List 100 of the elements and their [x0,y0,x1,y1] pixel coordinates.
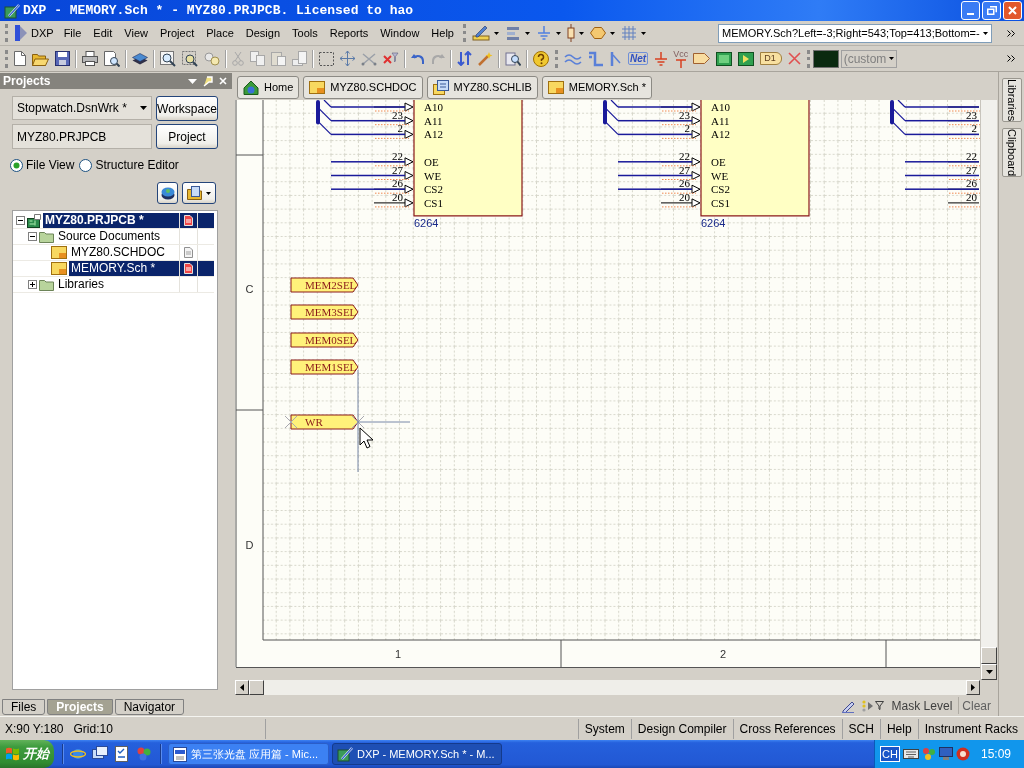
ground-icon [654,51,669,66]
status-panel-button[interactable]: Instrument Racks [917,718,1024,739]
horizontal-scrollbar[interactable] [235,680,980,695]
document-tab[interactable]: MYZ80.SCHLIB [426,76,538,99]
menu-item[interactable]: Window [374,23,426,43]
document-tab[interactable]: MEMORY.Sch * [541,76,652,99]
scroll-thumb[interactable] [249,680,264,695]
language-indicator[interactable]: CH [880,746,900,762]
pin-name: A11 [424,114,443,127]
cursor-position: X:90 Y:180 [5,720,64,738]
layers-icon [132,51,148,66]
status-panel-button[interactable]: System [577,718,631,739]
scroll-right-button[interactable] [966,680,980,695]
vertical-scrollbar[interactable] [980,100,997,680]
panel-tab[interactable]: Navigator [114,699,185,715]
ground-icon [536,25,552,41]
status-panel-button[interactable]: Help [879,718,918,739]
pin-number: 22 [679,149,690,162]
tree-item[interactable]: Source Documents [56,229,214,244]
start-button[interactable]: 开始 [0,740,54,768]
taskbar-button[interactable]: DXP - MEMORY.Sch * - M... [332,743,502,765]
tree-item[interactable]: MYZ80.PRJPCB * [43,213,214,228]
caret-icon [556,31,561,35]
folder-icon [39,230,54,243]
status-panel-button[interactable]: SCH [841,718,880,739]
restore-button[interactable] [982,1,1001,20]
menu-item[interactable]: Tools [286,23,324,43]
net-label-button[interactable]: Net [625,47,652,70]
components-button[interactable] [564,22,587,44]
taskbar-button[interactable]: 第三张光盘 应用篇 - Mic... [168,743,329,765]
net-port: MEM1SEL [290,359,359,375]
side-tab[interactable]: Libraries [1001,78,1022,123]
clear-button[interactable]: Clear [958,697,994,714]
folder-open-icon [32,51,49,66]
document-tab[interactable]: MYZ80.SCHDOC [303,76,423,99]
part-tag: D1 [760,52,782,65]
panel-tab[interactable]: Files [2,699,46,715]
workspace-combo[interactable]: Stopwatch.DsnWrk * [12,96,152,120]
scroll-thumb[interactable] [981,647,997,664]
side-tab[interactable]: Clipboard [1001,128,1022,178]
panel-menu-button[interactable] [188,78,197,84]
close-button[interactable] [1003,1,1022,20]
menu-item[interactable]: File [57,23,88,43]
status-panel-button[interactable]: Design Compiler [630,718,733,739]
schematic-file-icon [309,81,326,94]
monitor-icon [938,747,953,761]
tree-item[interactable]: MEMORY.Sch * [69,261,214,276]
zoom-page-icon [160,50,176,67]
menu-item[interactable]: Edit [87,23,119,43]
scroll-down-button[interactable] [981,664,997,680]
menu-item[interactable]: Project [154,23,201,43]
menu-item[interactable]: View [118,23,154,43]
app-logo-icon [15,25,27,41]
tree-item[interactable]: Libraries [56,277,214,292]
quick-launch-button[interactable] [114,746,130,762]
tree-item[interactable]: MYZ80.SCHDOC [69,245,214,260]
part-button[interactable]: D1 [757,47,785,70]
minimize-button[interactable] [961,1,980,20]
pin-number: 20 [392,190,403,203]
plus-box-icon[interactable] [28,280,37,289]
window-stack-icon [92,746,108,762]
minus-box-icon[interactable] [16,216,25,225]
address-field[interactable]: MEMORY.Sch?Left=-3;Right=543;Top=413;Bottom=- [718,23,992,43]
x-funnel-icon [383,51,399,66]
pin-button[interactable] [203,75,213,87]
project-menu-button[interactable] [182,182,216,204]
compile-button[interactable] [157,182,178,204]
pin-icon [203,75,213,87]
caret-icon [983,31,988,35]
menu-item[interactable]: DXP [11,23,58,43]
status-panel-button[interactable]: Cross References [732,718,842,739]
chevron-icon [1007,55,1015,62]
document-tab[interactable]: Home [237,76,300,99]
close-panel-button[interactable] [219,77,227,85]
quick-launch-button[interactable] [70,746,86,762]
schematic-file-icon [51,246,67,259]
project-button[interactable]: Project [156,124,218,149]
align-icon [505,25,521,41]
quick-launch-button[interactable] [92,746,108,762]
pin-number: 27 [966,163,977,176]
radio-option[interactable]: Structure Editor [79,156,179,174]
mask-level-button[interactable]: Mask Level [888,697,956,714]
power-port-button[interactable]: Vcc [671,47,691,70]
menu-item[interactable]: Help [425,23,460,43]
pin-name: WE [711,169,729,182]
grid-size: Grid:10 [73,720,113,738]
radio-option[interactable]: File View [10,156,75,174]
pin-number: 2 [684,122,690,135]
net-label-text: Net [628,52,649,65]
minus-box-icon[interactable] [28,232,37,241]
bus-entry [318,121,332,135]
pin-name: A12 [711,128,730,141]
disk-stack-icon [160,186,175,200]
menu-item[interactable]: Design [239,23,286,43]
workspace-button[interactable]: Workspace [156,96,218,121]
clock: 15:09 [980,746,1011,763]
menu-item[interactable]: Place [200,23,240,43]
scroll-left-button[interactable] [235,680,249,695]
pin-number: 22 [392,149,403,162]
menu-item[interactable]: Reports [323,23,375,43]
